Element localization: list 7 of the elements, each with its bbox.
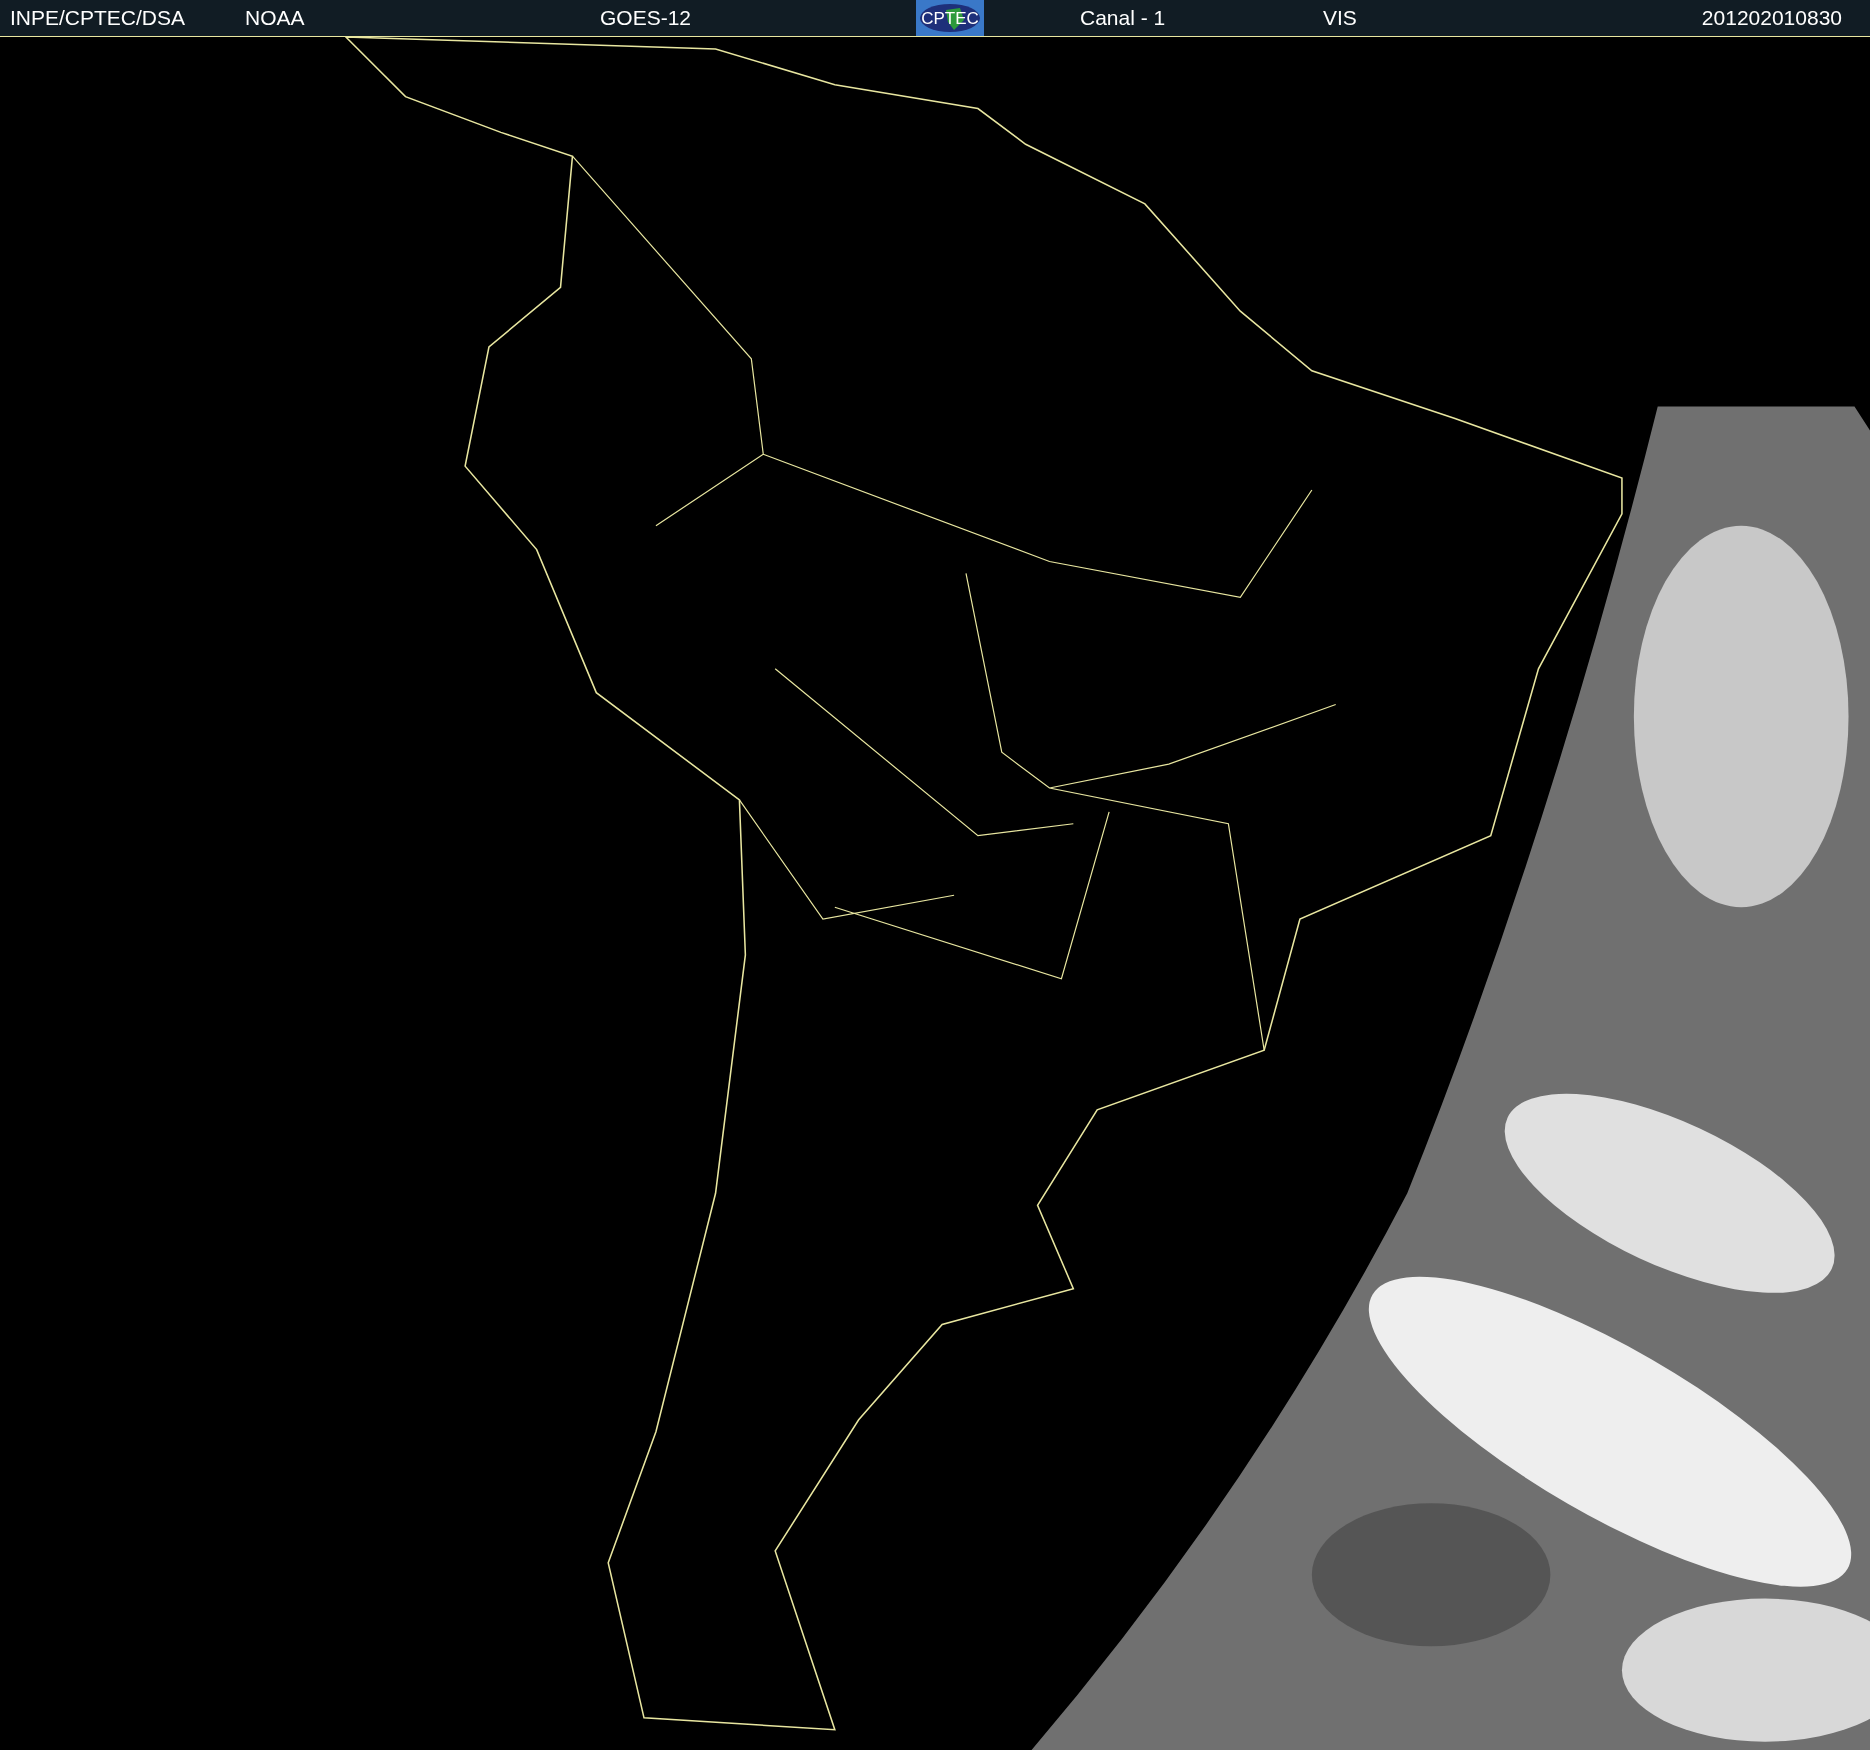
header-label: NOAA (245, 6, 305, 30)
header-label: GOES-12 (600, 6, 692, 30)
header-label: VIS (1323, 6, 1357, 30)
cptec-logo: CPTEC (916, 0, 984, 36)
header-label: INPE/CPTEC/DSA (10, 6, 186, 30)
timestamp-text: 201202010830 (1701, 6, 1842, 30)
header-label: Canal - 1 (1080, 6, 1166, 30)
